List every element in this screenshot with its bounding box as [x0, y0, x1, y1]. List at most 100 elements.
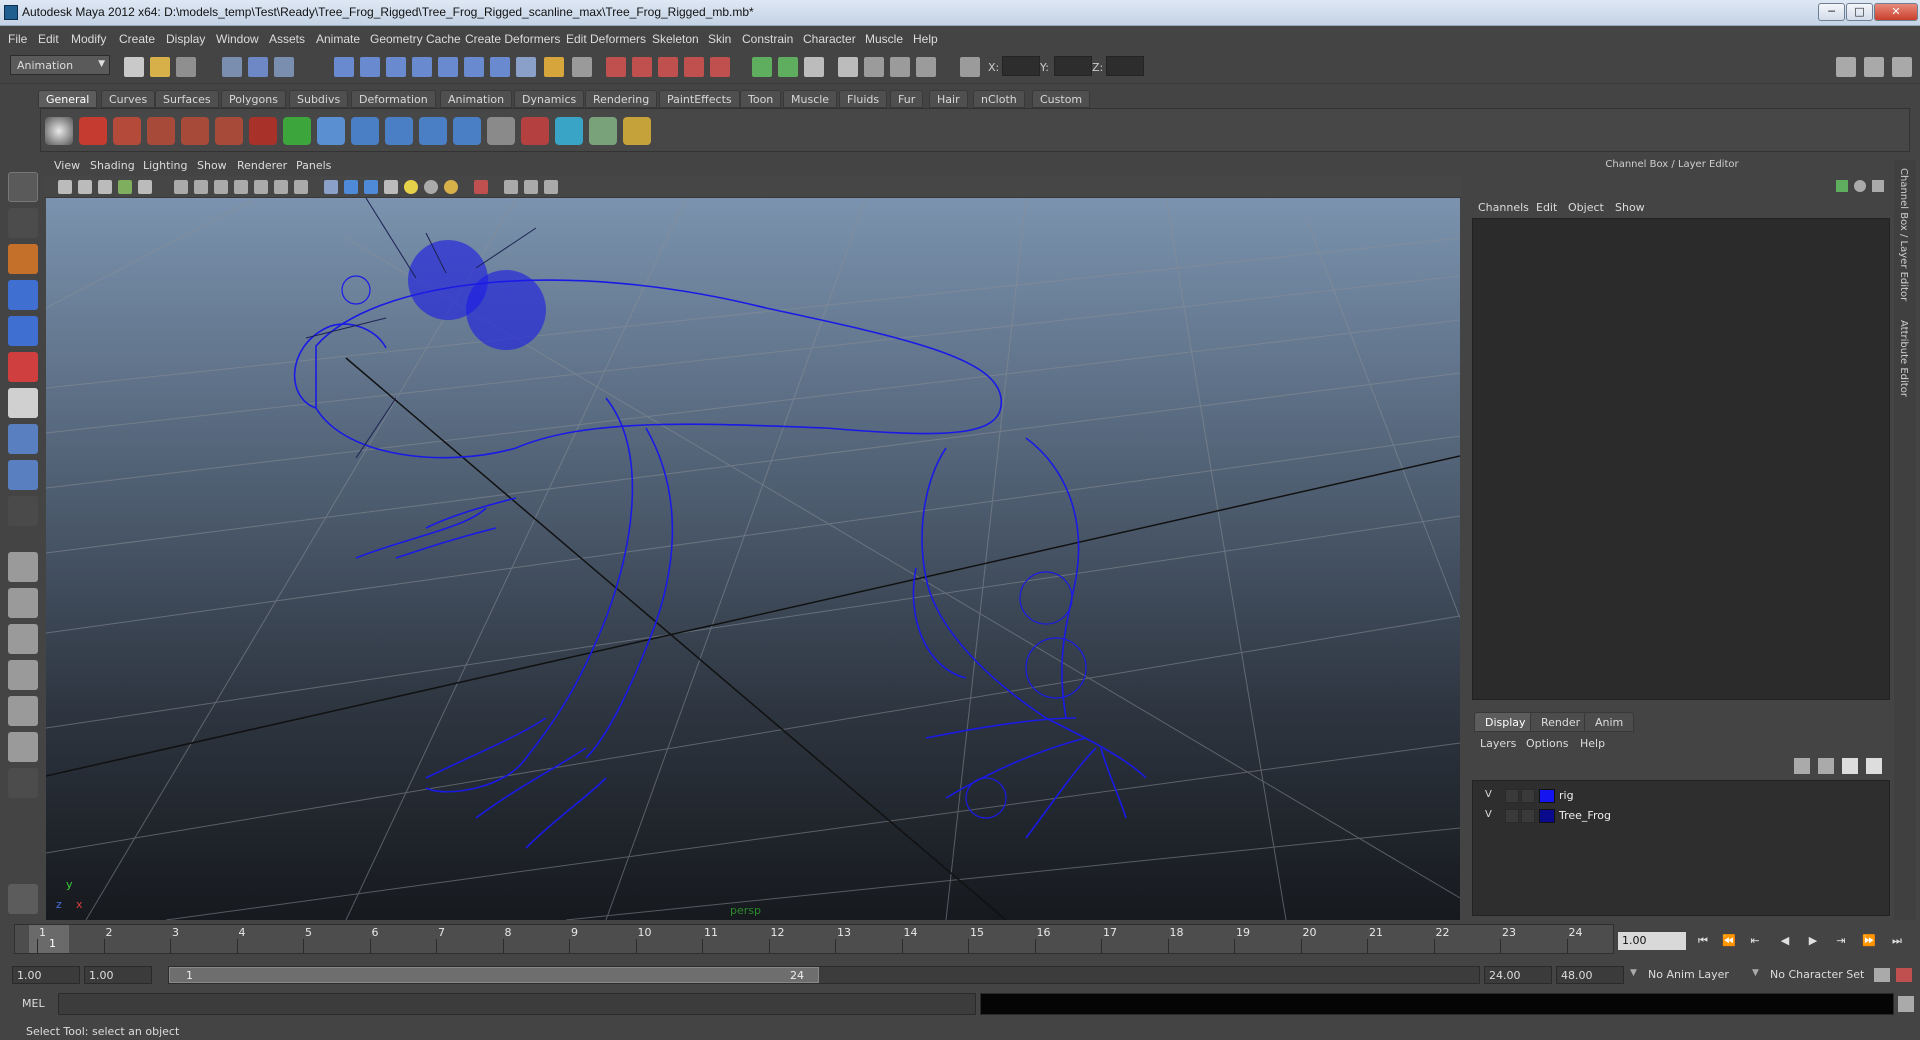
bookmark-icon[interactable]: [98, 180, 112, 194]
shelf-tab-toon[interactable]: Toon: [740, 90, 782, 108]
shelf-tab-animation[interactable]: Animation: [440, 90, 513, 108]
panel-menu-show[interactable]: Show: [197, 159, 227, 172]
step-back-key-button[interactable]: ⏪: [1718, 934, 1740, 950]
shelf-tab-hair[interactable]: Hair: [929, 90, 968, 108]
snap-plane-icon[interactable]: [412, 57, 432, 77]
move-icon[interactable]: [283, 117, 311, 145]
isolate-select-icon[interactable]: [474, 180, 488, 194]
menu-character[interactable]: Character: [803, 32, 856, 46]
shelf-tab-polygons[interactable]: Polygons: [221, 90, 286, 108]
menu-help[interactable]: Help: [913, 32, 938, 46]
shelf-tab-custom[interactable]: Custom: [1032, 90, 1091, 108]
perspective-viewport[interactable]: persp y x z: [46, 198, 1460, 920]
end-time-input[interactable]: 48.00: [1556, 966, 1624, 984]
step-forward-key-button[interactable]: ⏩: [1858, 934, 1880, 950]
layer-name[interactable]: rig: [1559, 789, 1574, 802]
current-frame-input[interactable]: 1.00: [1618, 932, 1686, 950]
z-input[interactable]: [1106, 56, 1144, 76]
shelf-tab-curves[interactable]: Curves: [101, 90, 156, 108]
panel-menu-lighting[interactable]: Lighting: [143, 159, 187, 172]
open-scene-icon[interactable]: [150, 57, 170, 77]
shelf-tab-subdivs[interactable]: Subdivs: [289, 90, 349, 108]
help-icon[interactable]: [516, 57, 536, 77]
shelf-tab-fluids[interactable]: Fluids: [839, 90, 888, 108]
render-globals-icon[interactable]: [45, 117, 73, 145]
script-editor-icon[interactable]: [8, 884, 38, 914]
step-forward-frame-button[interactable]: ⇥: [1830, 934, 1852, 950]
joint-tool-icon[interactable]: [181, 117, 209, 145]
move-layer-down-icon[interactable]: [1818, 758, 1834, 774]
snap-surface-icon[interactable]: [438, 57, 458, 77]
snap-grid-icon[interactable]: [334, 57, 354, 77]
move-layer-up-icon[interactable]: [1794, 758, 1810, 774]
hardware-render-icon[interactable]: [544, 180, 558, 194]
input-ops-icon[interactable]: [544, 57, 564, 77]
menu-file[interactable]: File: [8, 32, 27, 46]
go-to-start-button[interactable]: ⏮: [1692, 934, 1714, 950]
smooth-shade-icon[interactable]: [344, 180, 358, 194]
select-tool-icon[interactable]: [8, 172, 38, 202]
lock-icon[interactable]: [864, 57, 884, 77]
film-gate-icon[interactable]: [194, 180, 208, 194]
minimize-button[interactable]: ─: [1818, 3, 1845, 21]
snap-curve-icon[interactable]: [360, 57, 380, 77]
layer-reference-toggle[interactable]: [1521, 809, 1535, 823]
wireframe-icon[interactable]: [324, 180, 338, 194]
wireframe-on-shaded-icon[interactable]: [364, 180, 378, 194]
camera-attributes-icon[interactable]: [78, 180, 92, 194]
layer-menu-help[interactable]: Help: [1580, 737, 1605, 750]
start-time-input[interactable]: 1.00: [12, 966, 80, 984]
panel-layout-icon[interactable]: [1836, 57, 1856, 77]
resolution-gate-toggle-icon[interactable]: [214, 180, 228, 194]
show-hide-channel-box-icon[interactable]: [778, 57, 798, 77]
cb-menu-object[interactable]: Object: [1568, 201, 1604, 214]
persp-outliner-layout-icon[interactable]: [8, 624, 38, 654]
paint-select-tool-icon[interactable]: [8, 244, 38, 274]
key-icon[interactable]: [1836, 180, 1848, 192]
playback-start-input[interactable]: 1.00: [84, 966, 152, 984]
shelf-tab-surfaces[interactable]: Surfaces: [155, 90, 219, 108]
mel-command-input[interactable]: [58, 993, 976, 1015]
character-set-selector[interactable]: No Character Set: [1770, 968, 1864, 981]
layer-playback-toggle[interactable]: [1505, 789, 1519, 803]
mel-label[interactable]: MEL: [22, 997, 45, 1010]
select-component-icon[interactable]: [274, 57, 294, 77]
layer-name[interactable]: Tree_Frog: [1559, 809, 1611, 822]
range-slider-handle[interactable]: 1 24: [169, 967, 819, 983]
menu-skeleton[interactable]: Skeleton: [652, 32, 699, 46]
shadows-icon[interactable]: [444, 180, 458, 194]
maximize-button[interactable]: □: [1846, 3, 1873, 21]
new-scene-icon[interactable]: [124, 57, 144, 77]
xray-icon[interactable]: [504, 180, 518, 194]
close-button[interactable]: ✕: [1874, 3, 1918, 21]
particle-icon[interactable]: [589, 117, 617, 145]
hypershade-layout-icon[interactable]: [8, 696, 38, 726]
panel-menu-shading[interactable]: Shading: [90, 159, 135, 172]
menu-edit-deformers[interactable]: Edit Deformers: [566, 32, 646, 46]
ipr-render-icon[interactable]: [632, 57, 652, 77]
channel-box-toggle-icon[interactable]: [1892, 57, 1912, 77]
play-backwards-button[interactable]: ◀: [1774, 934, 1796, 950]
layer-tab-render[interactable]: Render: [1530, 712, 1592, 732]
menu-create[interactable]: Create: [119, 32, 155, 46]
scale-tool-icon[interactable]: [8, 352, 38, 382]
chevron-down-icon[interactable]: ▼: [1630, 968, 1637, 978]
render-current-icon[interactable]: [606, 57, 626, 77]
layer-menu-options[interactable]: Options: [1526, 737, 1568, 750]
channel-box-area[interactable]: [1472, 218, 1890, 700]
panel-menu-renderer[interactable]: Renderer: [237, 159, 287, 172]
paint-icon[interactable]: [623, 117, 651, 145]
go-to-end-button[interactable]: ⏭: [1886, 934, 1908, 950]
default-light-icon[interactable]: [404, 180, 418, 194]
textured-icon[interactable]: [384, 180, 398, 194]
time-slider[interactable]: 1 1 2 3 4 5 6 7 8 9 10 11 12 13 14 15 16 17 18 19 20 21 22 23 2…: [14, 924, 1614, 954]
show-hide-tool-settings-icon[interactable]: [804, 57, 824, 77]
menu-set-selector[interactable]: Animation ▼: [10, 55, 110, 75]
four-view-layout-icon[interactable]: [8, 588, 38, 618]
shelf-tab-muscle[interactable]: Muscle: [783, 90, 838, 108]
show-hide-modeling-toolkit-icon[interactable]: [752, 57, 772, 77]
shelf-tab-painteffects[interactable]: PaintEffects: [659, 90, 740, 108]
cluster-icon[interactable]: [385, 117, 413, 145]
camera-shelf-icon[interactable]: [555, 117, 583, 145]
half-circle-icon[interactable]: [1854, 180, 1866, 192]
